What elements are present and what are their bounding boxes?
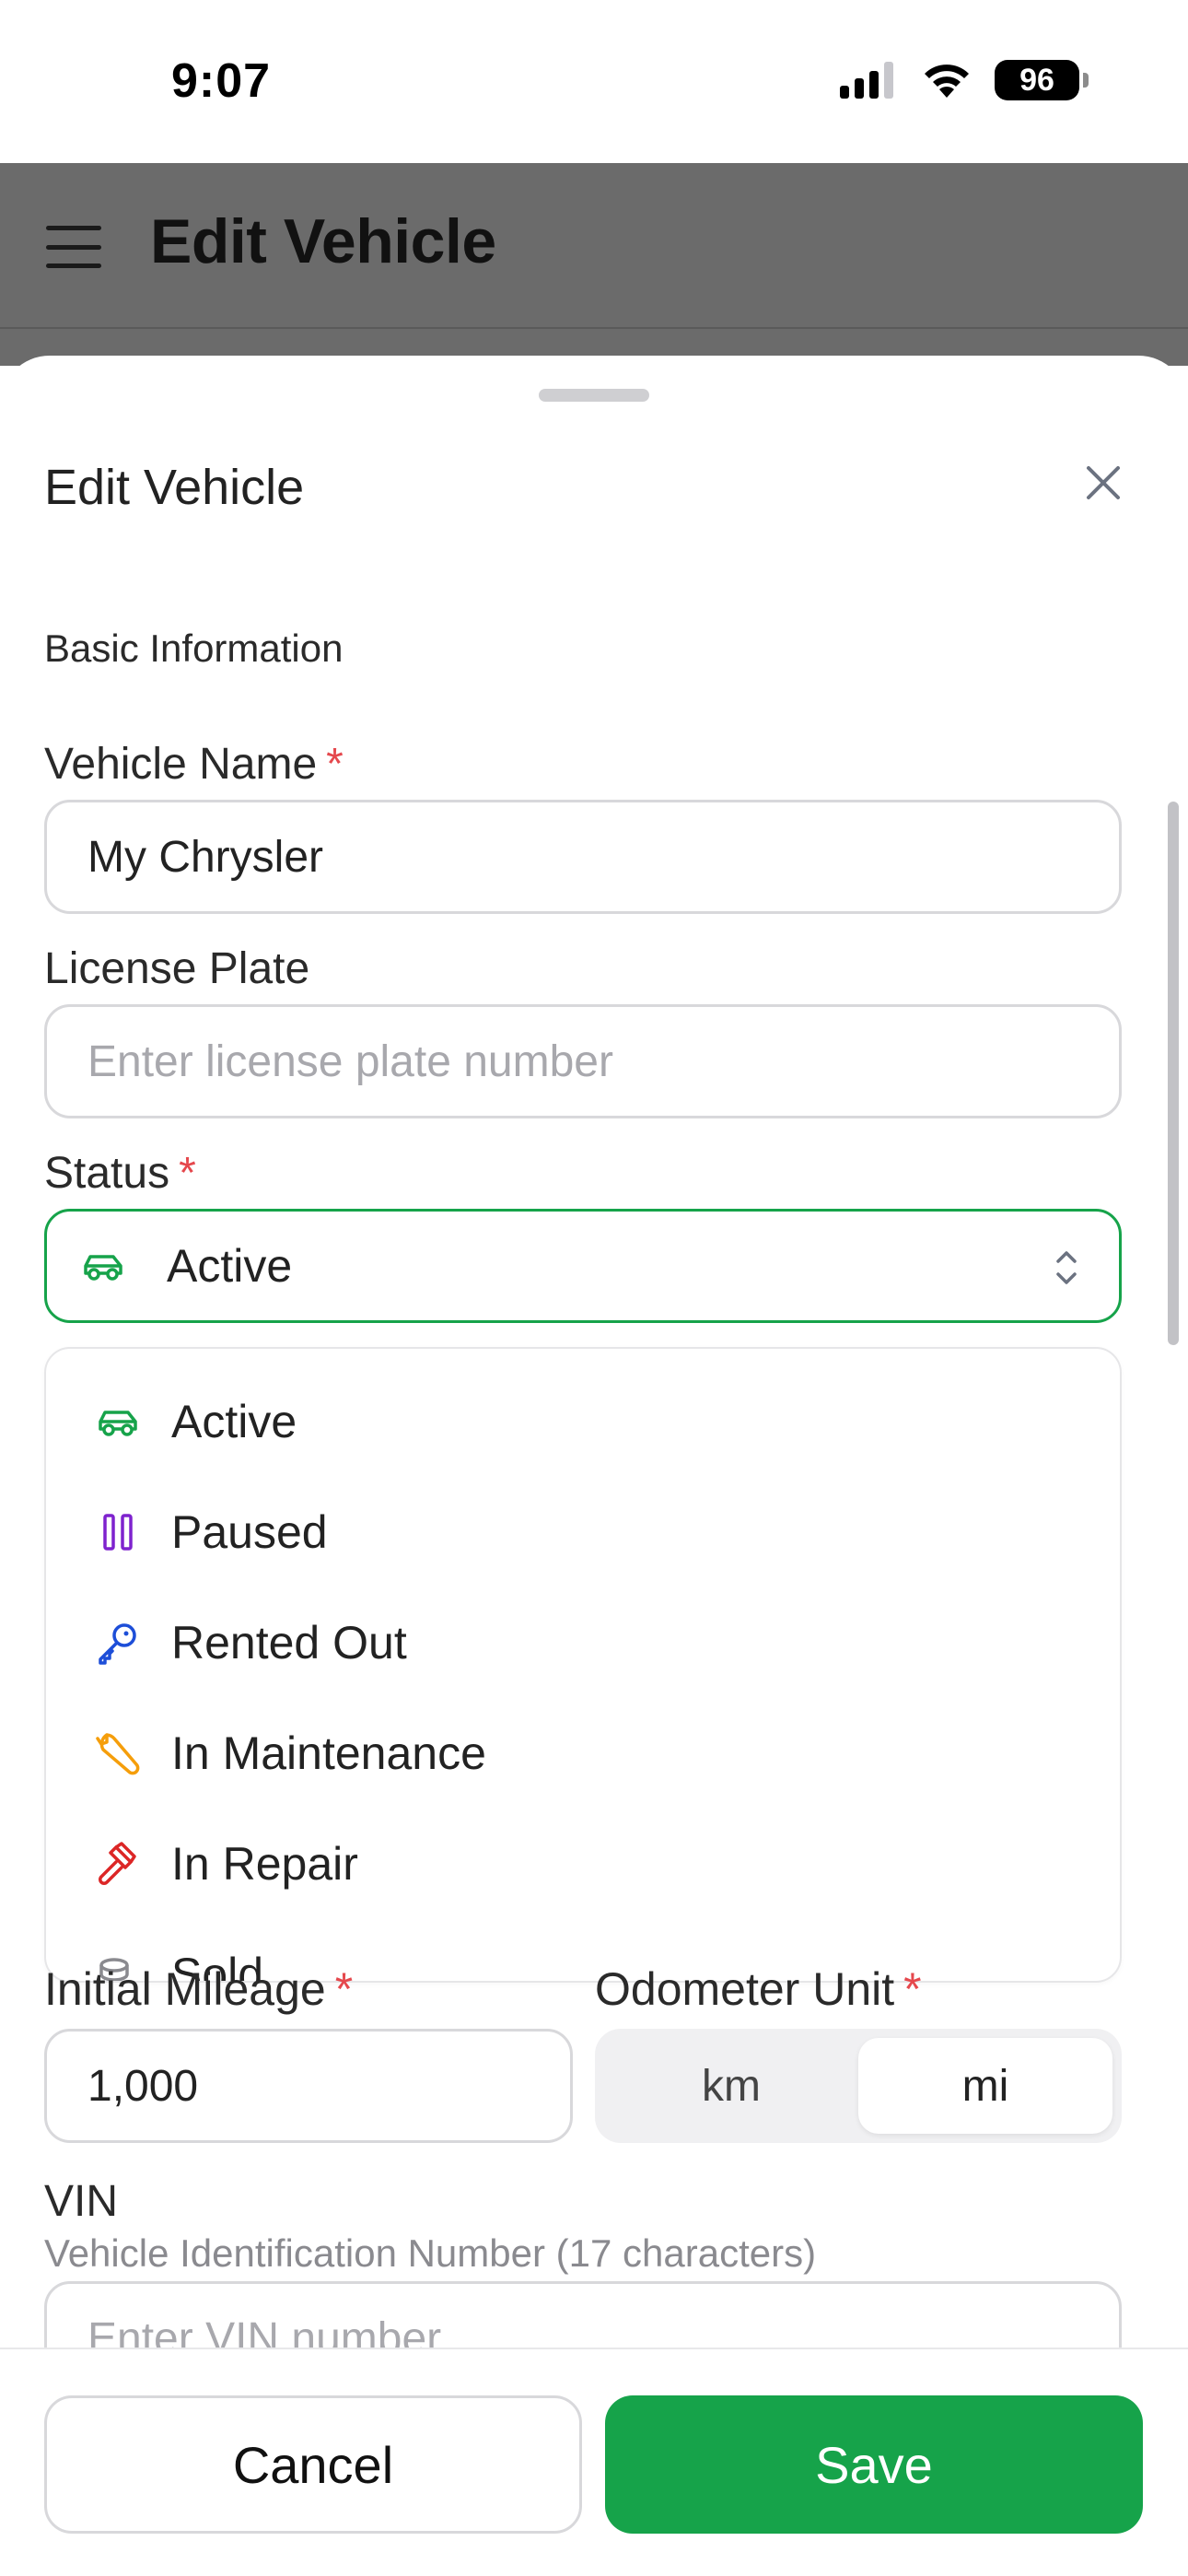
save-button[interactable]: Save (605, 2395, 1143, 2534)
battery-icon: 96 (995, 60, 1089, 100)
page-title: Edit Vehicle (150, 206, 496, 276)
status-option-in-repair[interactable]: In Repair (46, 1813, 1120, 1914)
hammer-icon (94, 1840, 142, 1888)
option-label: In Maintenance (171, 1727, 486, 1779)
menu-icon[interactable] (46, 226, 101, 268)
chevron-up-down-icon (1056, 1251, 1077, 1284)
initial-mileage-input[interactable]: 1,000 (44, 2029, 573, 2143)
status-time: 9:07 (171, 54, 272, 108)
initial-mileage-value: 1,000 (87, 2061, 199, 2111)
cancel-button[interactable]: Cancel (44, 2395, 582, 2534)
status-dropdown: Active Paused Rented Out In Maintenance … (44, 1347, 1122, 1983)
vehicle-name-value: My Chrysler (87, 832, 324, 882)
option-label: Paused (171, 1506, 328, 1558)
scrollbar[interactable] (1168, 802, 1179, 1345)
license-plate-label: License Plate (44, 944, 310, 993)
sheet-footer: Cancel Save (0, 2348, 1188, 2576)
sheet-grabber[interactable] (539, 389, 649, 402)
battery-level: 96 (1019, 62, 1054, 98)
wifi-icon (925, 64, 969, 98)
odometer-unit-segmented-control: km mi (595, 2029, 1122, 2143)
wrench-icon (94, 1729, 142, 1777)
vin-label: VIN (44, 2177, 119, 2226)
status-option-rented-out[interactable]: Rented Out (46, 1592, 1120, 1693)
car-icon (94, 1398, 142, 1446)
status-select[interactable]: Active (44, 1209, 1122, 1323)
odometer-unit-mi[interactable]: mi (858, 2038, 1112, 2134)
required-mark: * (179, 1149, 196, 1198)
sheet-title: Edit Vehicle (44, 460, 305, 515)
initial-mileage-label: Initial Mileage * (44, 1963, 354, 2015)
status-bar: 9:07 96 (0, 0, 1188, 163)
status-option-in-maintenance[interactable]: In Maintenance (46, 1703, 1120, 1804)
license-plate-field[interactable] (44, 1004, 1122, 1118)
required-mark: * (334, 1963, 354, 2015)
license-plate-input[interactable] (87, 1036, 1119, 1087)
option-label: Rented Out (171, 1617, 407, 1669)
option-label: In Repair (171, 1838, 358, 1890)
edit-vehicle-sheet: Edit Vehicle Basic Information Vehicle N… (0, 356, 1188, 2576)
vehicle-name-label: Vehicle Name * (44, 740, 344, 789)
option-label: Active (171, 1396, 297, 1447)
required-mark: * (326, 740, 344, 789)
car-icon (84, 1255, 122, 1281)
key-icon (94, 1619, 142, 1667)
cellular-signal-icon (840, 62, 893, 99)
status-icons: 96 (840, 57, 1089, 103)
odometer-unit-label: Odometer Unit * (595, 1963, 922, 2015)
pause-icon (94, 1508, 142, 1556)
odometer-unit-km[interactable]: km (604, 2038, 858, 2134)
status-option-paused[interactable]: Paused (46, 1481, 1120, 1583)
status-option-active[interactable]: Active (46, 1371, 1120, 1472)
vin-help-text: Vehicle Identification Number (17 charac… (44, 2231, 817, 2275)
status-label: Status * (44, 1149, 196, 1198)
vehicle-name-input[interactable]: My Chrysler (44, 800, 1122, 914)
required-mark: * (903, 1963, 922, 2015)
app-header: Edit Vehicle (0, 163, 1188, 329)
section-label-basic-information: Basic Information (44, 626, 344, 670)
status-selected-value: Active (167, 1240, 293, 1292)
close-icon[interactable] (1077, 457, 1129, 509)
